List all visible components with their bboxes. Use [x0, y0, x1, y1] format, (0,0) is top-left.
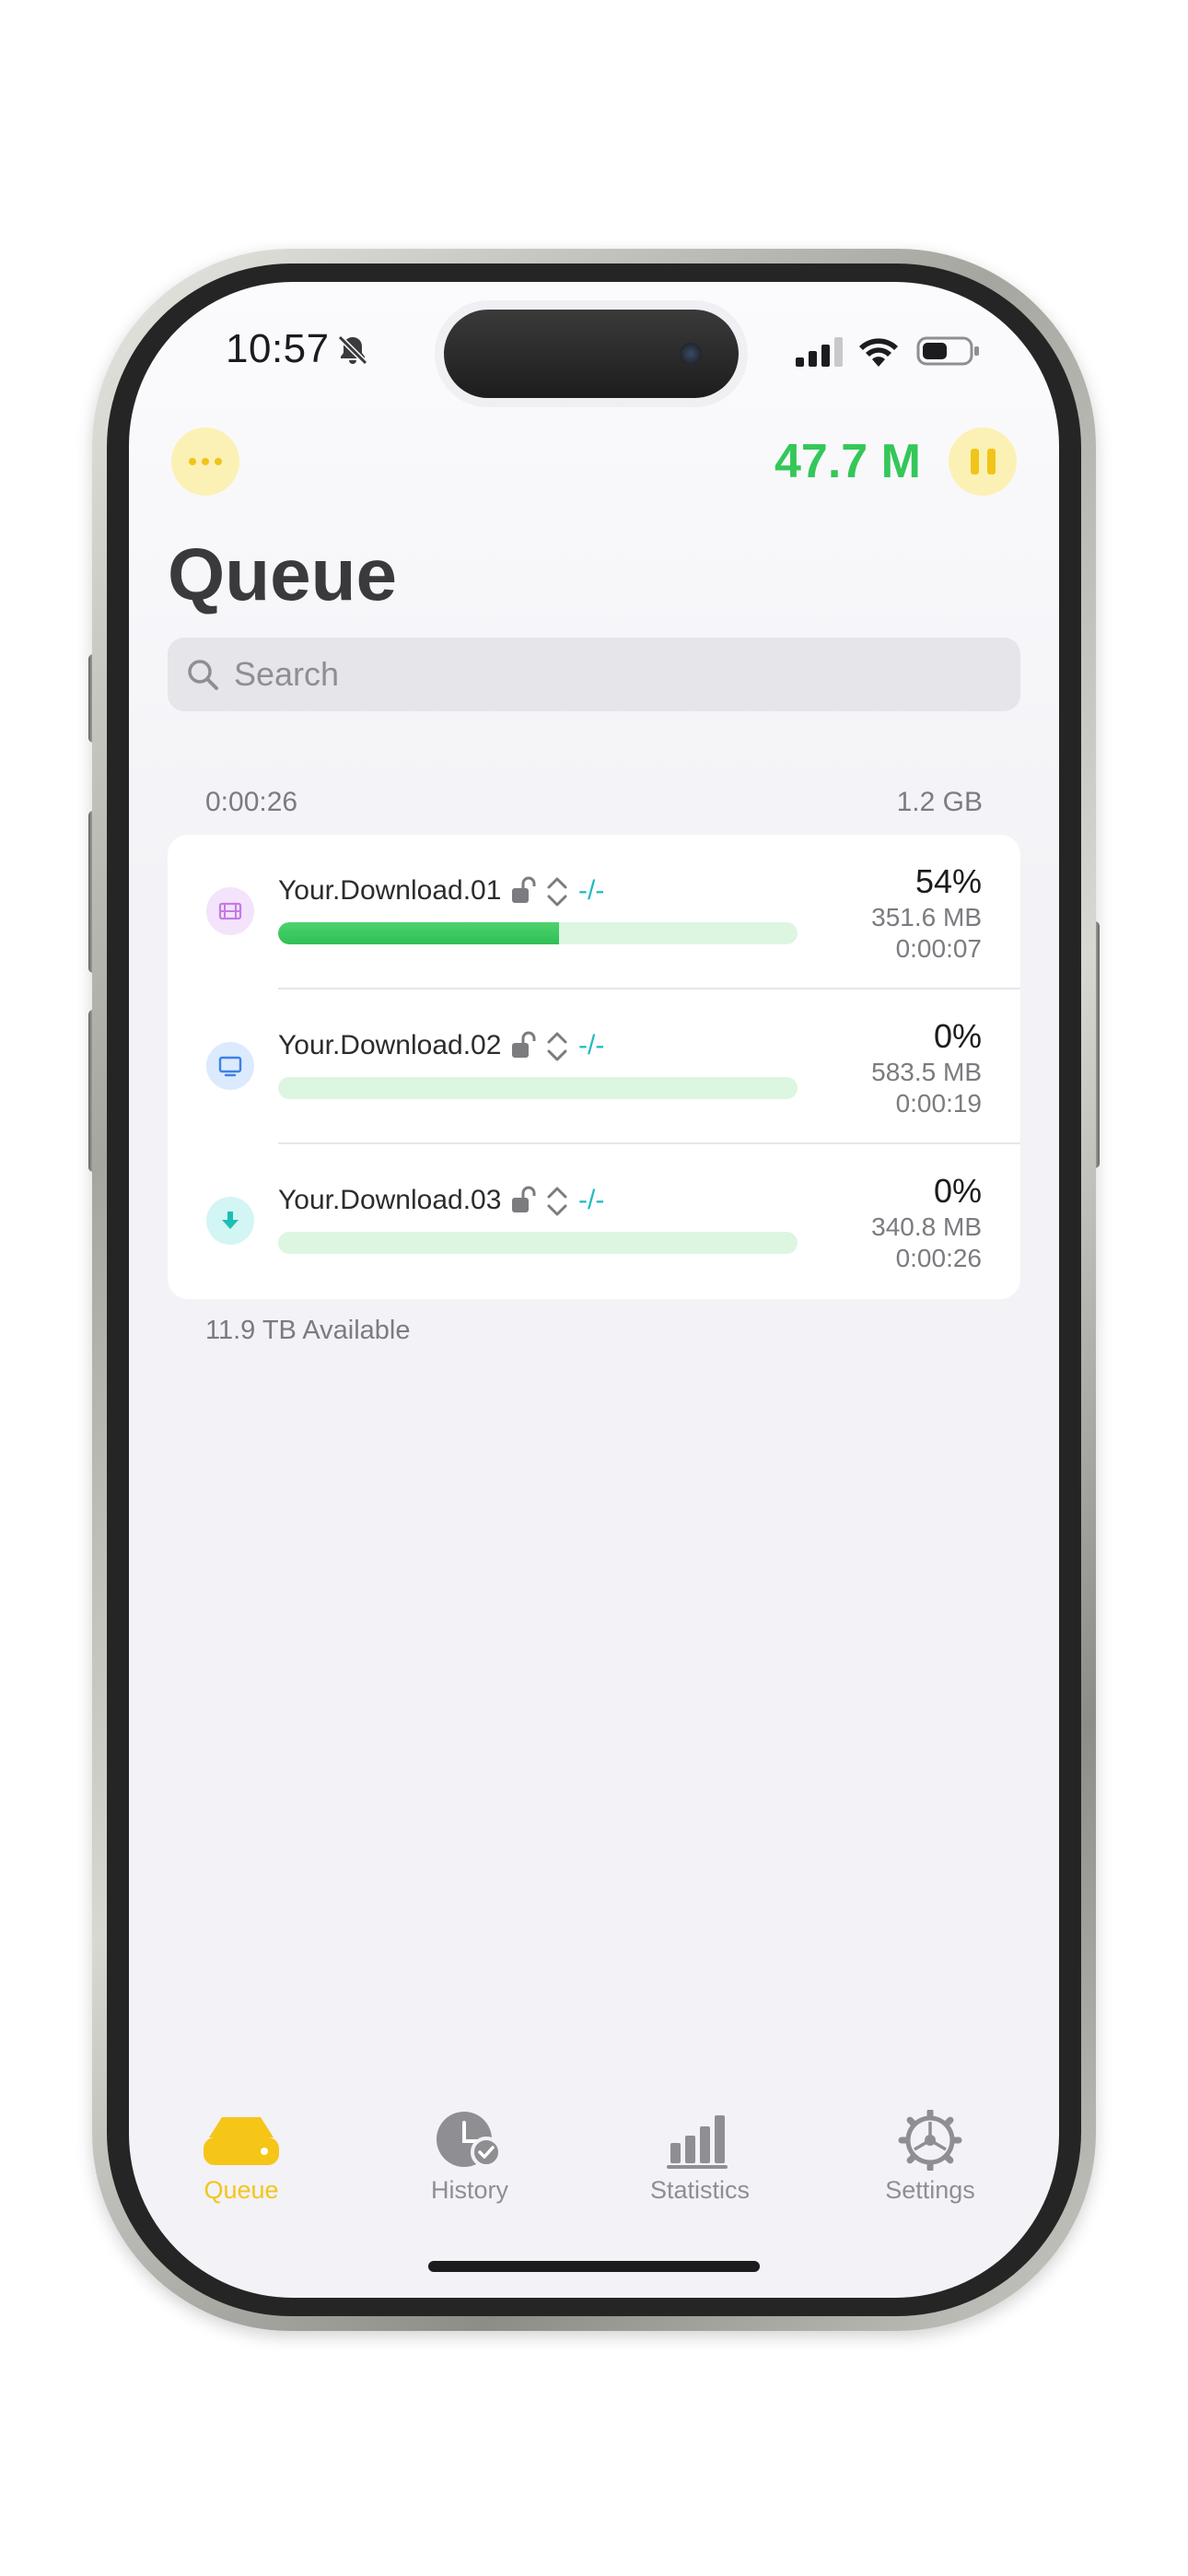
download-eta: 0:00:19 — [895, 1089, 982, 1118]
cellular-signal-icon — [796, 337, 843, 367]
search-bar[interactable] — [168, 638, 1020, 711]
status-time: 10:57 — [226, 326, 330, 371]
download-name: Your.Download.02 — [278, 1030, 502, 1060]
tab-queue[interactable]: Queue — [158, 2110, 324, 2220]
share-ratio: -/- — [578, 1185, 605, 1215]
progress-fill — [278, 922, 559, 944]
storage-available: 11.9 TB Available — [205, 1316, 411, 1345]
ellipsis-dot — [202, 458, 209, 465]
pause-icon — [970, 449, 979, 474]
tab-label: History — [430, 2176, 508, 2204]
download-size: 340.8 MB — [871, 1212, 982, 1241]
camera-icon — [680, 343, 702, 365]
ellipsis-icon — [189, 458, 196, 465]
tab-settings[interactable]: Settings — [847, 2110, 1013, 2220]
bar-chart-icon — [667, 2115, 728, 2169]
download-name: Your.Download.01 — [278, 875, 502, 906]
download-percent: 0% — [933, 1017, 982, 1055]
share-ratio: -/- — [578, 875, 605, 906]
download-size: 583.5 MB — [871, 1058, 982, 1086]
unlock-icon[interactable] — [510, 1185, 538, 1216]
app-screen: 10:57 47.7 M Queue Search 0:00:26 1.2 GB… — [129, 282, 1059, 2298]
tab-history[interactable]: History — [387, 2110, 553, 2220]
wifi-icon — [859, 338, 898, 367]
drive-icon — [204, 2117, 279, 2165]
download-row-3[interactable]: Your.Download.03 -/- 0% 340.8 MB 0:00:26 — [168, 1144, 1020, 1299]
download-eta: 0:00:26 — [895, 1244, 982, 1272]
page-title: Queue — [168, 533, 397, 615]
pause-icon-bar — [986, 449, 996, 474]
tab-label: Settings — [885, 2176, 975, 2204]
bell-off-icon — [337, 334, 368, 366]
tab-statistics[interactable]: Statistics — [617, 2110, 783, 2220]
progress-bar — [278, 1232, 798, 1254]
pause-all-button[interactable] — [949, 427, 1017, 496]
chevron-up-down-icon[interactable] — [545, 1185, 569, 1218]
download-arrow-icon — [206, 1197, 254, 1245]
queue-total-time: 0:00:26 — [205, 787, 298, 817]
download-size: 351.6 MB — [871, 903, 982, 931]
download-name: Your.Download.03 — [278, 1185, 502, 1215]
film-icon — [206, 887, 254, 935]
download-eta: 0:00:07 — [895, 934, 982, 963]
home-indicator[interactable] — [428, 2261, 760, 2272]
monitor-icon — [206, 1042, 254, 1090]
download-list: Your.Download.01 -/- 54% 351.6 MB 0:00:0… — [168, 835, 1020, 1299]
tab-label: Statistics — [649, 2176, 751, 2204]
clock-check-icon — [437, 2112, 502, 2168]
ellipsis-dot — [215, 458, 222, 465]
download-row-2[interactable]: Your.Download.02 -/- 0% 583.5 MB 0:00:19 — [168, 989, 1020, 1144]
tab-label: Queue — [204, 2176, 279, 2204]
more-options-button[interactable] — [171, 427, 239, 496]
download-percent: 54% — [914, 862, 982, 900]
download-row-1[interactable]: Your.Download.01 -/- 54% 351.6 MB 0:00:0… — [168, 835, 1020, 989]
search-input[interactable] — [234, 655, 971, 694]
chevron-up-down-icon[interactable] — [545, 1030, 569, 1063]
progress-bar — [278, 1077, 798, 1099]
download-speed: 47.7 M — [775, 435, 921, 488]
share-ratio: -/- — [578, 1030, 605, 1060]
battery-icon — [916, 336, 979, 366]
gear-icon — [898, 2110, 962, 2171]
chevron-up-down-icon[interactable] — [545, 875, 569, 908]
unlock-icon[interactable] — [510, 875, 538, 907]
dynamic-island — [444, 310, 739, 398]
search-icon — [188, 660, 218, 690]
queue-total-size: 1.2 GB — [896, 787, 983, 817]
progress-bar — [278, 922, 798, 944]
download-percent: 0% — [933, 1172, 982, 1210]
unlock-icon[interactable] — [510, 1030, 538, 1061]
